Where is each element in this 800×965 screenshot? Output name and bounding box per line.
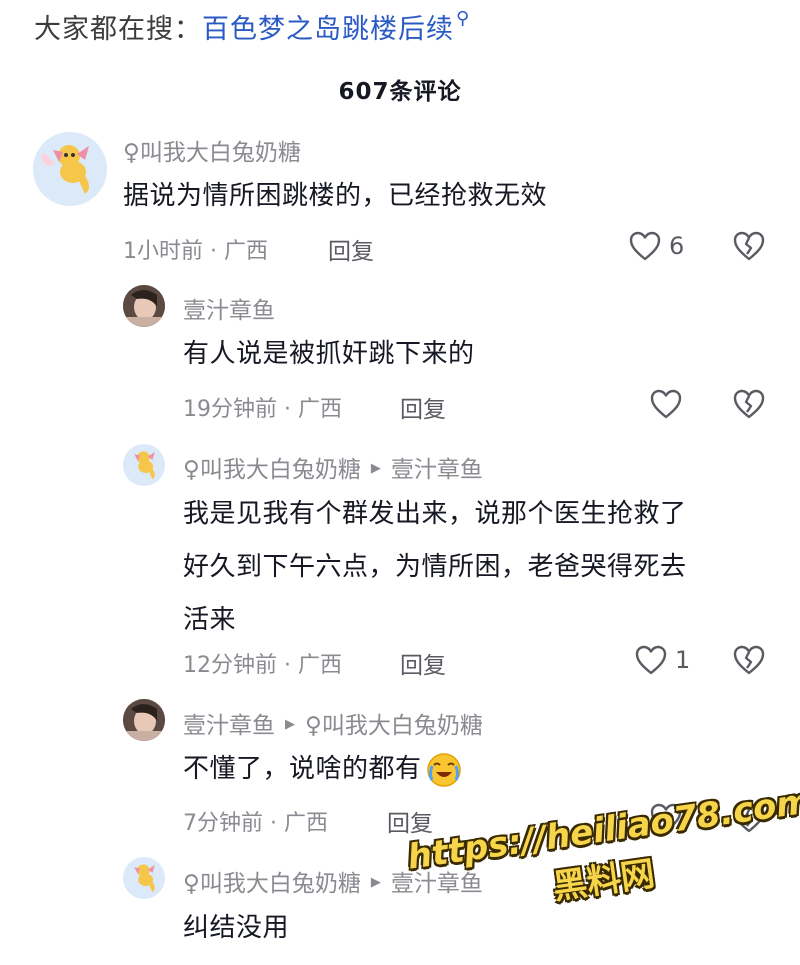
- heart-icon: [635, 645, 667, 675]
- comment-text: 不懂了，说啥的都有: [183, 743, 462, 796]
- avatar[interactable]: [123, 857, 165, 899]
- heart-icon: [629, 231, 661, 261]
- search-term-link[interactable]: 百色梦之岛跳楼后续: [202, 7, 454, 46]
- avatar[interactable]: [123, 285, 165, 327]
- reply-to-name[interactable]: ♀叫我大白兔奶糖: [305, 706, 483, 740]
- broken-heart-icon: [733, 645, 765, 675]
- dislike-button[interactable]: [733, 389, 765, 423]
- comment-time-location: 19分钟前 · 广西: [183, 397, 342, 422]
- comment-time-location: 7分钟前 · 广西: [183, 811, 328, 836]
- comment-text-line: 好久到下午六点，为情所困，老爸哭得死去: [183, 552, 687, 582]
- like-button[interactable]: 1: [635, 645, 690, 675]
- broken-heart-icon: [733, 389, 765, 419]
- heart-icon: [650, 389, 682, 419]
- reply-to-name[interactable]: 壹汁章鱼: [391, 450, 483, 484]
- avatar[interactable]: [33, 132, 107, 206]
- comment-text: 我是见我有个群发出来，说那个医生抢救了 好久到下午六点，为情所困，老爸哭得死去 …: [183, 488, 687, 647]
- avatar[interactable]: [123, 444, 165, 486]
- like-count: 1: [675, 646, 691, 674]
- author-name[interactable]: ♀叫我大白兔奶糖: [123, 133, 301, 167]
- comment-text-line: 我是见我有个群发出来，说那个医生抢救了: [183, 499, 687, 529]
- comment-time-location: 12分钟前 · 广西: [183, 653, 342, 678]
- search-prefix-label: 大家都在搜：: [34, 13, 202, 45]
- reply-arrow-icon: ▶: [285, 716, 295, 732]
- like-count: 6: [669, 232, 685, 260]
- comment-author[interactable]: ♀叫我大白兔奶糖: [123, 133, 301, 167]
- reply-button[interactable]: 回复: [328, 232, 374, 266]
- comment-text: 纠结没用: [183, 913, 290, 943]
- reply-button[interactable]: 回复: [387, 804, 433, 838]
- search-suggestion-bar[interactable]: 大家都在搜： 百色梦之岛跳楼后续 ⚲: [34, 6, 470, 46]
- author-name[interactable]: 壹汁章鱼: [183, 706, 275, 740]
- comment-author[interactable]: ♀叫我大白兔奶糖 ▶ 壹汁章鱼: [183, 450, 483, 484]
- reply-arrow-icon: ▶: [370, 874, 381, 890]
- like-button[interactable]: [650, 389, 682, 419]
- comment-time-location: 1小时前 · 广西: [123, 239, 268, 264]
- reply-button[interactable]: 回复: [400, 390, 446, 424]
- author-name[interactable]: ♀叫我大白兔奶糖: [183, 450, 361, 484]
- like-button[interactable]: 6: [629, 231, 684, 261]
- comment-author[interactable]: 壹汁章鱼: [183, 291, 275, 325]
- watermark: https://heiliao78.com 黑料网: [405, 781, 800, 957]
- search-icon: ⚲: [456, 7, 471, 29]
- crying-emoji-icon: [426, 752, 462, 788]
- comment-count-title: 607条评论: [338, 79, 462, 105]
- reply-button[interactable]: 回复: [400, 646, 446, 680]
- comment-text-body: 不懂了，说啥的都有: [183, 754, 422, 784]
- broken-heart-icon: [733, 231, 765, 261]
- comment-text: 有人说是被抓奸跳下来的: [183, 339, 475, 369]
- reply-arrow-icon: ▶: [370, 460, 381, 476]
- comment-text: 据说为情所困跳楼的，已经抢救无效: [123, 181, 548, 211]
- dislike-button[interactable]: [733, 645, 765, 679]
- dislike-button[interactable]: [733, 231, 765, 265]
- author-name[interactable]: ♀叫我大白兔奶糖: [183, 864, 361, 898]
- comment-author[interactable]: 壹汁章鱼 ▶ ♀叫我大白兔奶糖: [183, 706, 483, 740]
- author-name[interactable]: 壹汁章鱼: [183, 291, 275, 325]
- comment-text-line: 活来: [183, 605, 237, 635]
- avatar[interactable]: [123, 699, 165, 741]
